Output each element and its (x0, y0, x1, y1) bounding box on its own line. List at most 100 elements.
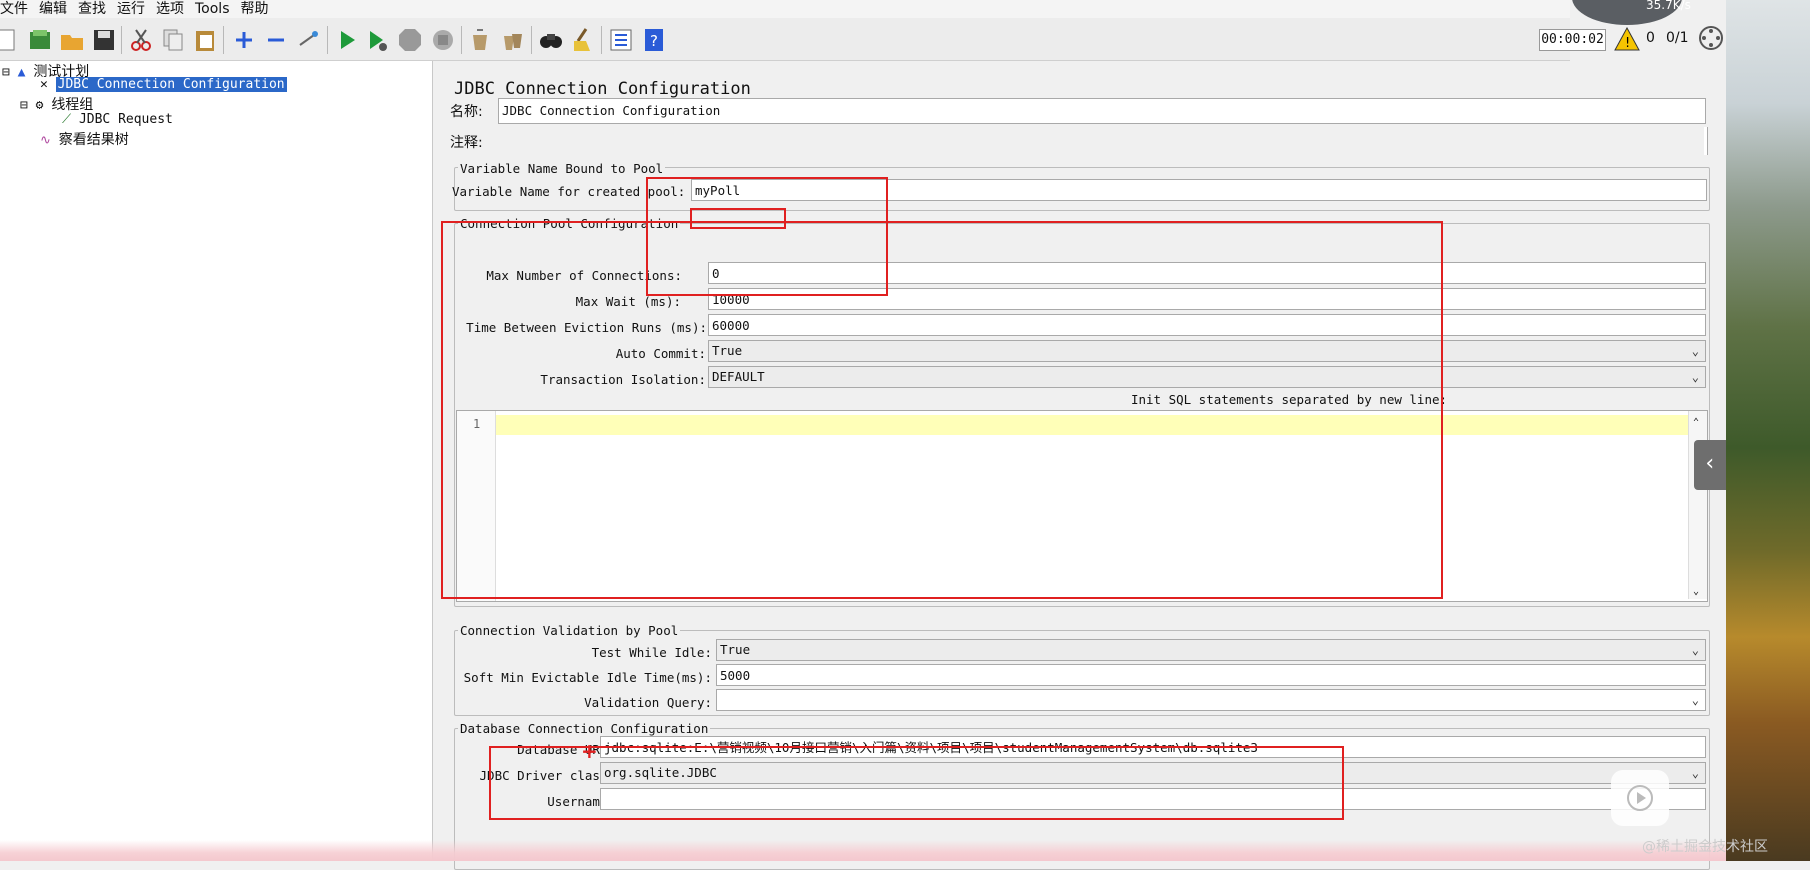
tree-item-results-tree[interactable]: ∿ 察看结果树 (40, 129, 129, 149)
sampler-pipette-icon: ⟋ (62, 112, 72, 127)
templates-icon[interactable] (27, 27, 53, 53)
menu-help[interactable]: 帮助 (241, 0, 269, 18)
max-wait-label: Max Wait (ms): (575, 294, 681, 309)
tree-item-thread-group[interactable]: ⊟ ⚙ 线程组 (20, 94, 93, 114)
chevron-down-icon: ⌄ (1691, 344, 1699, 358)
line-number: 1 (473, 417, 481, 431)
collapse-toggle-icon[interactable]: ⊟ (2, 65, 10, 80)
test-while-idle-select[interactable]: True ⌄ (716, 639, 1706, 661)
video-play-button[interactable] (1611, 770, 1669, 826)
open-icon[interactable] (59, 27, 85, 53)
menu-options[interactable]: 选项 (156, 0, 184, 18)
test-while-idle-value: True (720, 642, 751, 657)
test-while-idle-label: Test While Idle: (591, 645, 712, 660)
svg-text:?: ? (650, 32, 658, 50)
transaction-isolation-label: Transaction Isolation: (540, 372, 706, 387)
tree-item-jdbc-request[interactable]: ⟋ JDBC Request (62, 112, 173, 127)
menu-run[interactable]: 运行 (117, 0, 145, 18)
new-icon[interactable] (0, 27, 20, 53)
net-speed: 35.7K/s (1646, 0, 1691, 12)
tree-item-jdbc-config[interactable]: ✕ JDBC Connection Configuration (40, 77, 287, 92)
variable-name-label: Variable Name for created pool: (452, 184, 686, 199)
paste-icon[interactable] (192, 27, 218, 53)
validation-query-label: Validation Query: (584, 695, 712, 710)
name-label: 名称: (450, 104, 483, 120)
decorative-band (0, 840, 1726, 861)
max-connections-field[interactable]: 0 (708, 262, 1706, 284)
transaction-isolation-select[interactable]: DEFAULT ⌄ (708, 366, 1706, 388)
chevron-down-icon: ⌄ (1691, 370, 1699, 384)
soft-min-idle-field[interactable]: 5000 (716, 664, 1706, 686)
comment-field[interactable] (1704, 127, 1708, 155)
expand-icon[interactable] (231, 27, 257, 53)
collapse-toggle-icon[interactable]: ⊟ (20, 98, 28, 113)
menu-bar: 文件 编辑 查找 运行 选项 Tools 帮助 (0, 0, 1570, 18)
toggle-icon[interactable] (295, 27, 321, 53)
collapse-icon[interactable] (263, 27, 289, 53)
config-panel: JDBC Connection Configuration 名称: JDBC C… (440, 61, 1726, 870)
database-url-field[interactable]: jdbc:sqlite:E:\营销视频\10月接口营销\入门篇\资料\项目\项目… (600, 736, 1706, 758)
elapsed-timer: 00:00:02 (1539, 29, 1606, 51)
help-icon[interactable]: ? (641, 27, 667, 53)
driver-class-select[interactable]: org.sqlite.JDBC ⌄ (600, 762, 1706, 784)
play-icon (1627, 785, 1653, 811)
auto-commit-label: Auto Commit: (615, 346, 706, 361)
menu-edit[interactable]: 编辑 (39, 0, 67, 18)
save-icon[interactable] (91, 27, 117, 53)
comment-label: 注释: (450, 135, 483, 151)
page-title: JDBC Connection Configuration (454, 79, 751, 99)
menu-tools[interactable]: Tools (195, 0, 230, 18)
chevron-left-icon: ‹ (1703, 451, 1717, 476)
chevron-down-icon: ⌄ (1691, 643, 1699, 657)
warning-icon[interactable]: ! (1614, 27, 1640, 51)
validation-query-select[interactable]: ⌄ (716, 689, 1706, 711)
config-element-icon: ✕ (40, 77, 48, 92)
desktop-background-photo (1726, 0, 1810, 861)
username-field[interactable] (600, 788, 1706, 810)
svg-text:!: ! (1625, 36, 1630, 51)
chevron-down-icon: ⌄ (1691, 693, 1699, 707)
side-panel-handle[interactable]: ‹ (1694, 440, 1726, 490)
soft-min-idle-label: Soft Min Evictable Idle Time(ms): (463, 670, 712, 685)
auto-commit-select[interactable]: True ⌄ (708, 340, 1706, 362)
copy-icon[interactable] (160, 27, 186, 53)
cut-icon[interactable] (128, 27, 154, 53)
shutdown-icon[interactable] (430, 27, 456, 53)
max-wait-field[interactable]: 10000 (708, 288, 1706, 310)
name-field[interactable]: JDBC Connection Configuration (498, 98, 1706, 124)
menu-search[interactable]: 查找 (78, 0, 106, 18)
tree-item-label: JDBC Request (78, 112, 173, 127)
pool-group-title: Connection Pool Configuration (458, 216, 681, 231)
reset-search-icon[interactable] (570, 27, 596, 53)
stop-icon[interactable] (397, 27, 423, 53)
clear-icon[interactable] (467, 27, 493, 53)
threads-status-icon (1699, 26, 1723, 50)
init-sql-editor[interactable]: 1 ⌃ ⌄ (456, 410, 1708, 602)
function-helper-icon[interactable] (608, 27, 634, 53)
current-line-highlight (496, 415, 1690, 435)
username-label: Username: (547, 794, 615, 809)
start-no-pause-icon[interactable] (364, 27, 390, 53)
eviction-runs-field[interactable]: 60000 (708, 314, 1706, 336)
auto-commit-value: True (712, 343, 743, 358)
menu-file[interactable]: 文件 (0, 0, 28, 18)
thread-group-gear-icon: ⚙ (35, 98, 44, 113)
clear-all-icon[interactable] (500, 27, 526, 53)
scroll-up-icon[interactable]: ⌃ (1693, 417, 1699, 428)
init-sql-label: Init SQL statements separated by new lin… (1130, 392, 1448, 407)
line-gutter: 1 (457, 411, 496, 601)
watermark: @稀土掘金技术社区 (1642, 839, 1768, 855)
driver-class-value: org.sqlite.JDBC (604, 765, 717, 780)
search-icon[interactable] (538, 27, 564, 53)
driver-class-label: JDBC Driver class: (479, 768, 615, 783)
eviction-runs-label: Time Between Eviction Runs (ms): (466, 320, 707, 335)
start-icon[interactable] (334, 27, 360, 53)
test-plan-tree: ⊟ ▲ 测试计划 ✕ JDBC Connection Configuration… (0, 61, 433, 861)
scroll-down-icon[interactable]: ⌄ (1693, 586, 1699, 597)
max-connections-label: Max Number of Connections: (486, 268, 682, 283)
listener-graph-icon: ∿ (40, 133, 51, 148)
database-group-title: Database Connection Configuration (458, 721, 711, 736)
variable-name-field[interactable]: myPoll (691, 179, 1707, 201)
toolbar: ? 00:00:02 ! 0 0/1 (0, 18, 1723, 61)
tree-item-label: JDBC Connection Configuration (55, 77, 287, 92)
